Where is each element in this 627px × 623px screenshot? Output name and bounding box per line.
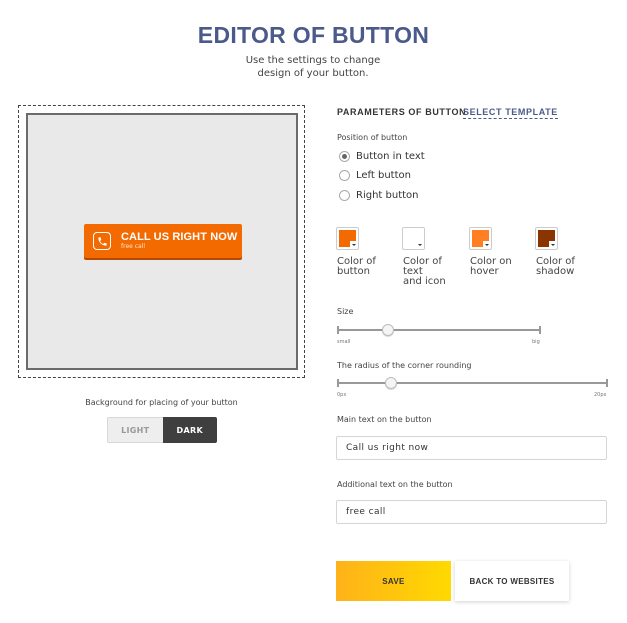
page-title: EDITOR OF BUTTON	[197, 22, 430, 48]
radio-label: Right button	[356, 190, 419, 201]
chevron-down-icon	[483, 241, 490, 248]
chevron-down-icon	[416, 241, 423, 248]
size-min-label: small	[337, 339, 351, 345]
cta-main-text: CALL US RIGHT NOW	[121, 231, 238, 243]
subtitle-line-1: Use the settings to change	[245, 55, 381, 66]
radio-indicator	[339, 170, 350, 181]
subtitle-line-2: design of your button.	[257, 68, 369, 79]
page-subtitle: Use the settings to change design of you…	[213, 54, 413, 80]
call-button-preview[interactable]: CALL US RIGHT NOW free call	[84, 224, 242, 258]
size-max-label: big	[532, 339, 540, 345]
position-label: Position of button	[337, 133, 408, 142]
background-light-option[interactable]: LIGHT	[107, 417, 163, 443]
size-label: Size	[337, 307, 354, 316]
main-text-input[interactable]: Call us right now	[336, 436, 607, 460]
additional-text-input[interactable]: free call	[336, 500, 607, 524]
editor-page: EDITOR OF BUTTON Use the settings to cha…	[0, 0, 627, 623]
cta-sub-text: free call	[121, 243, 146, 250]
background-dark-option[interactable]: DARK	[162, 417, 217, 443]
save-button[interactable]: SAVE	[336, 561, 451, 601]
radio-button-in-text[interactable]: Button in text	[339, 151, 425, 162]
size-slider[interactable]	[337, 323, 541, 337]
radius-slider-handle[interactable]	[385, 377, 398, 389]
radio-indicator	[339, 151, 350, 162]
radio-indicator	[339, 190, 350, 201]
radius-max-label: 20px	[594, 392, 607, 398]
radius-slider[interactable]	[337, 376, 608, 390]
radio-left-button[interactable]: Left button	[339, 170, 411, 181]
parameters-heading: PARAMETERS OF BUTTON	[337, 107, 467, 117]
color-text-swatch[interactable]	[402, 227, 425, 250]
chevron-down-icon	[350, 241, 357, 248]
color-shadow-swatch[interactable]	[535, 227, 558, 250]
color-hover-swatch[interactable]	[469, 227, 492, 250]
color-shadow-label: Color of shadow	[536, 256, 575, 277]
radius-min-label: 0px	[337, 392, 347, 398]
color-hover-label: Color on hover	[470, 256, 512, 277]
back-to-websites-button[interactable]: BACK TO WEBSITES	[455, 561, 569, 601]
color-button-label: Color of button	[337, 256, 376, 277]
color-text-label: Color of text and icon	[403, 256, 446, 287]
radio-label: Left button	[356, 170, 411, 181]
background-toggle: LIGHT DARK	[107, 417, 217, 443]
color-button-swatch[interactable]	[336, 227, 359, 250]
radio-label: Button in text	[356, 151, 425, 162]
additional-text-label: Additional text on the button	[337, 480, 453, 489]
radius-label: The radius of the corner rounding	[337, 361, 472, 370]
chevron-down-icon	[549, 241, 556, 248]
radio-right-button[interactable]: Right button	[339, 190, 419, 201]
phone-icon	[93, 232, 111, 250]
select-template-link[interactable]: SELECT TEMPLATE	[463, 107, 558, 119]
background-label: Background for placing of your button	[85, 398, 238, 407]
size-slider-handle[interactable]	[382, 324, 394, 336]
main-text-label: Main text on the button	[337, 415, 432, 424]
